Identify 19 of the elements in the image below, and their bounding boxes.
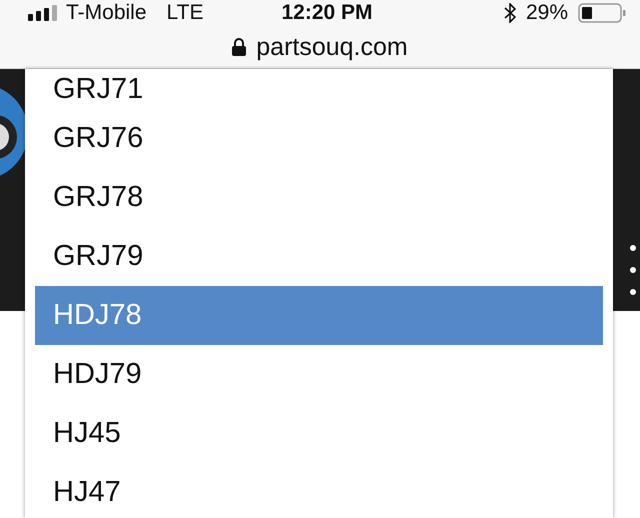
carrier-name: T-Mobile <box>66 1 147 25</box>
dropdown-option[interactable]: GRJ79 <box>35 227 603 286</box>
url-text: partsouq.com <box>256 32 408 62</box>
dropdown-option[interactable]: HJ47 <box>35 463 603 518</box>
battery-percent: 29% <box>526 1 568 25</box>
network-type: LTE <box>166 1 204 25</box>
dropdown-option[interactable]: HDJ79 <box>35 345 603 404</box>
dropdown-option[interactable]: GRJ78 <box>35 168 603 227</box>
clock-time: 12:20 PM <box>281 1 373 25</box>
address-bar[interactable]: partsouq.com <box>0 26 640 69</box>
bluetooth-icon <box>504 3 516 23</box>
dropdown-option[interactable]: HDJ78 <box>35 286 603 345</box>
dropdown-option[interactable]: HJ45 <box>35 404 603 463</box>
battery-icon <box>578 3 626 23</box>
dropdown-option[interactable]: GRJ76 <box>35 109 603 168</box>
more-icon[interactable] <box>630 245 636 295</box>
lock-icon <box>232 38 246 56</box>
signal-icon <box>28 5 58 21</box>
dropdown-option[interactable]: GRJ71 <box>35 69 603 109</box>
